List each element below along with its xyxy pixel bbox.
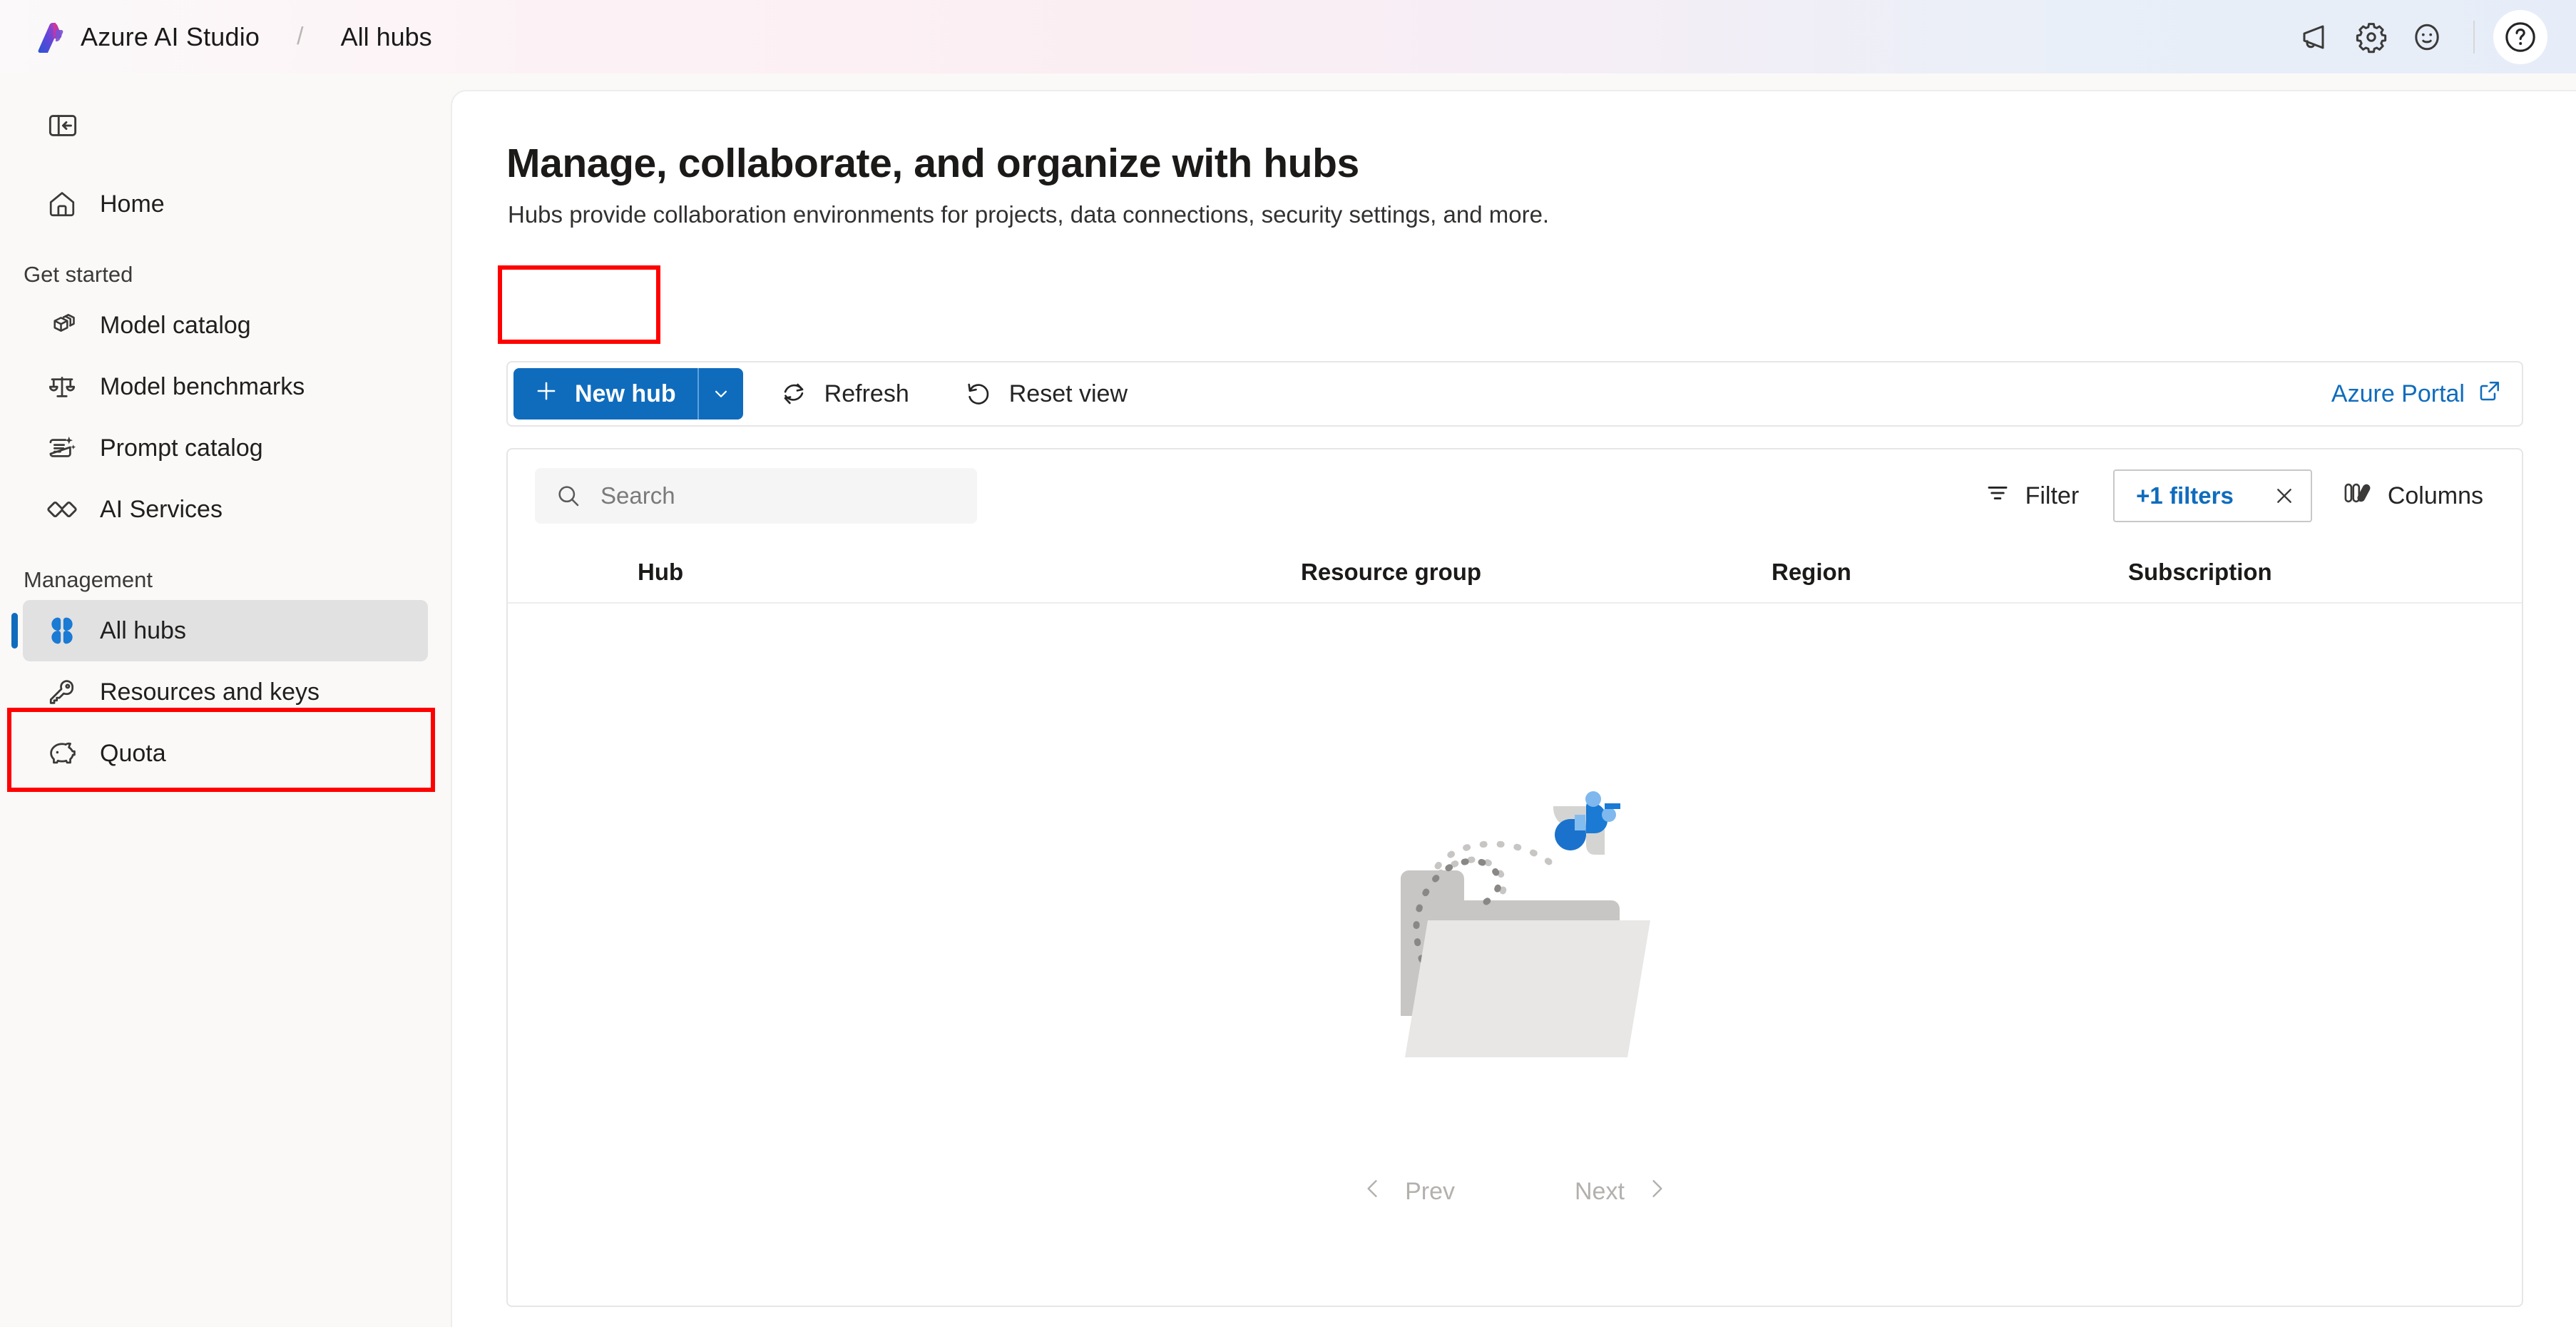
brand-breadcrumb: Azure AI Studio / All hubs (38, 21, 432, 53)
settings-gear-icon[interactable] (2344, 9, 2399, 65)
help-question-icon[interactable] (2493, 9, 2547, 64)
feedback-smiley-icon[interactable] (2399, 9, 2455, 65)
prev-label: Prev (1405, 1178, 1455, 1205)
close-icon[interactable] (2258, 483, 2311, 509)
sidebar-item-model-catalog[interactable]: Model catalog (23, 295, 428, 356)
table-filter-row: Search Filter +1 filters Columns (508, 449, 2522, 542)
app-title[interactable]: Azure AI Studio (81, 22, 260, 52)
reset-view-label: Reset view (1008, 380, 1128, 407)
chevron-down-icon[interactable] (698, 368, 743, 420)
column-header-resource-group[interactable]: Resource group (1301, 559, 1772, 586)
empty-state: Prev Next (508, 604, 2522, 1246)
command-toolbar: New hub Refresh Reset view Azure Portal (506, 361, 2523, 427)
header-actions (2288, 0, 2547, 73)
search-icon (555, 482, 582, 509)
refresh-label: Refresh (824, 380, 909, 407)
collapse-sidebar-icon[interactable] (41, 103, 85, 148)
home-icon (44, 186, 80, 222)
next-label: Next (1575, 1178, 1625, 1205)
table-header-row: Hub Resource group Region Subscription (508, 542, 2522, 604)
sidebar-item-prompt-catalog[interactable]: Prompt catalog (23, 417, 428, 479)
sidebar-item-label: Model benchmarks (100, 372, 305, 400)
columns-label: Columns (2387, 482, 2483, 509)
sidebar-group-management: Management (24, 567, 153, 592)
left-navigation-sidebar: Home Get started Model catalog Model ben… (0, 73, 451, 1327)
sidebar-item-label: Quota (100, 739, 166, 767)
azure-ai-studio-logo-icon (38, 21, 66, 53)
diamonds-icon (44, 492, 80, 527)
column-header-hub[interactable]: Hub (638, 559, 1301, 586)
plus-icon (533, 378, 559, 410)
filter-label: Filter (2025, 482, 2080, 509)
top-header-bar: Azure AI Studio / All hubs (0, 0, 2576, 73)
reset-view-icon (964, 379, 993, 409)
refresh-icon (779, 379, 809, 409)
filter-tools: Filter +1 filters Columns (1966, 469, 2498, 522)
sidebar-group-get-started: Get started (24, 262, 133, 287)
new-hub-label: New hub (575, 380, 676, 407)
page-subtitle: Hubs provide collaboration environments … (508, 201, 1550, 228)
refresh-button[interactable]: Refresh (760, 368, 928, 420)
external-link-icon (2476, 377, 2503, 411)
next-page-button[interactable]: Next (1558, 1175, 1687, 1209)
breadcrumb-current[interactable]: All hubs (341, 22, 432, 52)
sidebar-item-label: All hubs (100, 616, 186, 644)
sidebar-item-home[interactable]: Home (23, 173, 428, 235)
sidebar-item-label: Home (100, 190, 165, 218)
breadcrumb-separator: / (297, 23, 304, 50)
sidebar-item-resources-and-keys[interactable]: Resources and keys (23, 661, 428, 723)
columns-icon (2342, 478, 2372, 514)
active-filters-label: +1 filters (2136, 482, 2234, 509)
announcements-icon[interactable] (2288, 9, 2344, 65)
azure-portal-label: Azure Portal (2331, 380, 2465, 407)
sidebar-item-all-hubs[interactable]: All hubs (11, 600, 428, 661)
prompt-sparkle-icon (44, 430, 80, 466)
header-divider (2473, 20, 2475, 54)
pagination: Prev Next (508, 1175, 2522, 1209)
sidebar-item-label: Resources and keys (100, 678, 320, 706)
cube-boxes-icon (44, 307, 80, 343)
chevron-right-icon (1643, 1175, 1670, 1209)
new-hub-split-button[interactable]: New hub (513, 368, 743, 420)
filter-button[interactable]: Filter (1966, 471, 2098, 521)
all-hubs-icon (44, 613, 80, 649)
sidebar-item-model-benchmarks[interactable]: Model benchmarks (23, 356, 428, 417)
selected-indicator (11, 613, 18, 649)
sidebar-item-ai-services[interactable]: AI Services (23, 479, 428, 540)
azure-portal-link[interactable]: Azure Portal (2331, 377, 2503, 411)
prev-page-button[interactable]: Prev (1342, 1175, 1472, 1209)
column-header-subscription[interactable]: Subscription (2128, 559, 2485, 586)
reset-view-button[interactable]: Reset view (945, 368, 1146, 420)
page-title: Manage, collaborate, and organize with h… (506, 141, 1359, 186)
empty-folder-illustration (1365, 781, 1665, 1069)
sidebar-item-label: Prompt catalog (100, 434, 263, 462)
piggy-bank-icon (44, 736, 80, 771)
active-filters-chip[interactable]: +1 filters (2113, 469, 2312, 522)
columns-button[interactable]: Columns (2312, 471, 2498, 521)
sidebar-item-label: Model catalog (100, 311, 251, 339)
new-hub-button[interactable]: New hub (513, 368, 697, 420)
sidebar-item-label: AI Services (100, 495, 223, 523)
chevron-left-icon (1359, 1175, 1386, 1209)
hubs-table-card: Search Filter +1 filters Columns Hub Res… (506, 448, 2523, 1307)
filter-funnel-icon (1984, 479, 2011, 513)
key-icon (44, 674, 80, 710)
search-placeholder: Search (600, 482, 675, 509)
column-header-region[interactable]: Region (1772, 559, 2128, 586)
balance-scales-icon (44, 369, 80, 405)
sidebar-item-quota[interactable]: Quota (23, 723, 428, 784)
main-content-panel: Manage, collaborate, and organize with h… (451, 90, 2576, 1327)
search-input[interactable]: Search (535, 468, 977, 524)
